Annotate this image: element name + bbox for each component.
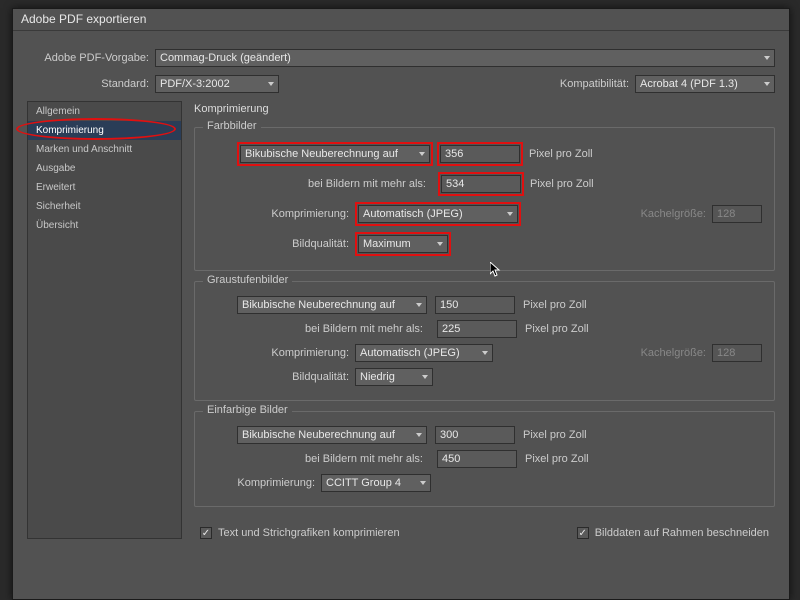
sidebar-item-komprimierung[interactable]: Komprimierung: [28, 121, 181, 140]
preset-value: Commag-Druck (geändert): [160, 50, 291, 66]
compat-value: Acrobat 4 (PDF 1.3): [640, 76, 738, 92]
threshold-label: bei Bildern mit mehr als:: [207, 323, 429, 335]
color-compr-value: Automatisch (JPEG): [363, 206, 463, 222]
chevron-down-icon: [419, 152, 425, 156]
unit-label: Pixel pro Zoll: [522, 178, 622, 190]
tile-label: Kachelgröße:: [641, 208, 712, 220]
chevron-down-icon: [420, 481, 426, 485]
gray-resample-select[interactable]: Bikubische Neuberechnung auf: [237, 296, 427, 314]
color-threshold-input[interactable]: 534: [441, 175, 521, 193]
highlight-box: 534: [438, 172, 524, 196]
checkbox-label: Text und Strichgrafiken komprimieren: [218, 527, 400, 539]
category-sidebar: Allgemein Komprimierung Marken und Ansch…: [27, 101, 182, 539]
standard-label: Standard:: [27, 78, 155, 90]
tile-label: Kachelgröße:: [641, 347, 712, 359]
gray-ppi-input[interactable]: 150: [435, 296, 515, 314]
group-title: Farbbilder: [203, 120, 261, 132]
threshold-label: bei Bildern mit mehr als:: [207, 453, 429, 465]
qual-label: Bildqualität:: [207, 238, 355, 250]
chevron-down-icon: [764, 82, 770, 86]
unit-label: Pixel pro Zoll: [515, 429, 615, 441]
color-resample-select[interactable]: Bikubische Neuberechnung auf: [240, 145, 430, 163]
compress-text-checkbox[interactable]: ✓ Text und Strichgrafiken komprimieren: [200, 527, 400, 539]
highlight-box: Maximum: [355, 232, 451, 256]
mono-compression-select[interactable]: CCITT Group 4: [321, 474, 431, 492]
sidebar-item-allgemein[interactable]: Allgemein: [28, 102, 181, 121]
color-resample-value: Bikubische Neuberechnung auf: [245, 146, 398, 162]
mono-compr-value: CCITT Group 4: [326, 475, 401, 491]
compr-label: Komprimierung:: [207, 477, 321, 489]
compression-panel: Komprimierung Farbbilder Bikubische Neub…: [194, 101, 775, 539]
chevron-down-icon: [437, 242, 443, 246]
group-title: Graustufenbilder: [203, 274, 292, 286]
chevron-down-icon: [416, 433, 422, 437]
gray-threshold-input[interactable]: 225: [437, 320, 517, 338]
mono-threshold-input[interactable]: 450: [437, 450, 517, 468]
unit-label: Pixel pro Zoll: [515, 299, 615, 311]
sidebar-item-sicherheit[interactable]: Sicherheit: [28, 197, 181, 216]
highlight-box: Bikubische Neuberechnung auf: [237, 142, 433, 166]
compr-label: Komprimierung:: [207, 208, 355, 220]
color-quality-select[interactable]: Maximum: [358, 235, 448, 253]
group-color-images: Farbbilder Bikubische Neuberechnung auf …: [194, 127, 775, 271]
gray-quality-select[interactable]: Niedrig: [355, 368, 433, 386]
chevron-down-icon: [482, 351, 488, 355]
preset-select[interactable]: Commag-Druck (geändert): [155, 49, 775, 67]
color-compression-select[interactable]: Automatisch (JPEG): [358, 205, 518, 223]
color-qual-value: Maximum: [363, 236, 411, 252]
chevron-down-icon: [416, 303, 422, 307]
panel-title: Komprimierung: [194, 103, 775, 115]
sidebar-item-uebersicht[interactable]: Übersicht: [28, 216, 181, 235]
sidebar-item-erweitert[interactable]: Erweitert: [28, 178, 181, 197]
mono-resample-value: Bikubische Neuberechnung auf: [242, 427, 395, 443]
gray-resample-value: Bikubische Neuberechnung auf: [242, 297, 395, 313]
crop-to-frame-checkbox[interactable]: ✓ Bilddaten auf Rahmen beschneiden: [577, 527, 769, 539]
compat-label: Kompatibilität:: [560, 78, 635, 90]
sidebar-item-ausgabe[interactable]: Ausgabe: [28, 159, 181, 178]
unit-label: Pixel pro Zoll: [517, 323, 617, 335]
mono-ppi-input[interactable]: 300: [435, 426, 515, 444]
checkbox-label: Bilddaten auf Rahmen beschneiden: [595, 527, 769, 539]
chevron-down-icon: [422, 375, 428, 379]
gray-compression-select[interactable]: Automatisch (JPEG): [355, 344, 493, 362]
chevron-down-icon: [507, 212, 513, 216]
standard-select[interactable]: PDF/X-3:2002: [155, 75, 279, 93]
sidebar-item-marken[interactable]: Marken und Anschnitt: [28, 140, 181, 159]
export-pdf-dialog: Adobe PDF exportieren Adobe PDF-Vorgabe:…: [12, 8, 790, 600]
highlight-box: Automatisch (JPEG): [355, 202, 521, 226]
standard-value: PDF/X-3:2002: [160, 76, 230, 92]
checkbox-icon: ✓: [577, 527, 589, 539]
threshold-label: bei Bildern mit mehr als:: [207, 178, 432, 190]
color-tile-input: 128: [712, 205, 762, 223]
checkbox-icon: ✓: [200, 527, 212, 539]
color-ppi-input[interactable]: 356: [440, 145, 520, 163]
dialog-title: Adobe PDF exportieren: [13, 9, 789, 31]
highlight-box: 356: [437, 142, 523, 166]
gray-qual-value: Niedrig: [360, 369, 395, 385]
group-monochrome-images: Einfarbige Bilder Bikubische Neuberechnu…: [194, 411, 775, 507]
qual-label: Bildqualität:: [207, 371, 355, 383]
unit-label: Pixel pro Zoll: [517, 453, 617, 465]
mono-resample-select[interactable]: Bikubische Neuberechnung auf: [237, 426, 427, 444]
gray-compr-value: Automatisch (JPEG): [360, 345, 460, 361]
unit-label: Pixel pro Zoll: [521, 148, 621, 160]
group-grayscale-images: Graustufenbilder Bikubische Neuberechnun…: [194, 281, 775, 401]
chevron-down-icon: [764, 56, 770, 60]
compat-select[interactable]: Acrobat 4 (PDF 1.3): [635, 75, 775, 93]
chevron-down-icon: [268, 82, 274, 86]
compr-label: Komprimierung:: [207, 347, 355, 359]
preset-label: Adobe PDF-Vorgabe:: [27, 52, 155, 64]
gray-tile-input: 128: [712, 344, 762, 362]
group-title: Einfarbige Bilder: [203, 404, 292, 416]
